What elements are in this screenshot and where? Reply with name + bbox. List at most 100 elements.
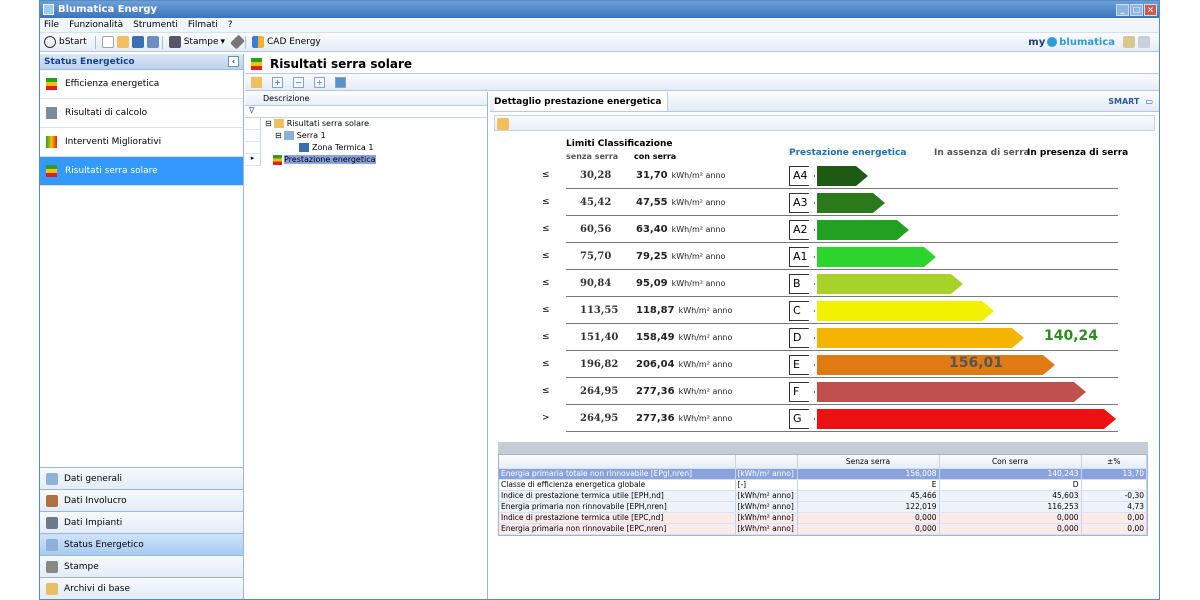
view-icon[interactable] [335,76,346,88]
cad-energy-button[interactable]: CAD Energy [252,36,321,48]
tools-icon[interactable] [230,34,245,50]
stampe-button[interactable]: Stampe ▾ [168,36,225,48]
limit-senza-serra: 151,40 [580,332,619,343]
grid-cell-pct: 0,00 [1081,523,1147,535]
split-icon[interactable]: ÷ [314,76,325,88]
grid-cell-pct: 0,00 [1081,512,1147,524]
grid-cell-con: 45,603 [939,490,1082,502]
grid-row[interactable]: Indice di prestazione termica utile [EPC… [499,512,1147,524]
energy-class-arrow [817,247,936,267]
module-label: Status Energetico [64,539,144,550]
page-title-text: Risultati serra solare [270,56,413,71]
refresh-icon[interactable] [497,118,509,130]
energy-class-arrow [817,328,1024,348]
print-icon [168,36,181,48]
module-stampe[interactable]: Stampe [40,555,243,577]
tree-node-label: Risultati serra solare [286,119,370,128]
menu-file[interactable]: File [44,20,59,30]
limit-unit: kWh/m² anno [678,333,733,342]
limit-unit: kWh/m² anno [671,198,726,207]
expand-all-icon[interactable]: + [272,76,283,88]
grid-cell-desc: Indice di prestazione termica utile [EPC… [499,512,736,524]
tree-node-label: Zona Termica 1 [312,143,374,152]
grid-row[interactable]: Energia primaria non rinnovabile [EPH,nr… [499,501,1147,513]
grid-cell-pct: 4,73 [1081,501,1147,513]
new-file-icon[interactable] [101,36,114,48]
smart-icon[interactable]: SMART [1108,97,1139,106]
energy-class-row: ≤113,55 118,87 kWh/m² anno C [494,297,1134,324]
close-button[interactable]: × [1144,3,1157,16]
absent-header: In assenza di serra [934,148,1030,158]
cad-label: CAD Energy [267,37,321,47]
tree-node-zona[interactable]: Zona Termica 1 [245,141,487,154]
sidebar-item-efficienza[interactable]: Efficienza energetica [40,70,243,99]
module-status-energetico[interactable]: Status Energetico [40,533,243,555]
menu-help[interactable]: ? [228,20,233,30]
sidebar-item-label: Risultati di calcolo [65,108,148,118]
grid-cell-desc: Energia primaria non rinnovabile [EPC,nr… [499,523,736,535]
grid-cell-senza: 156,008 [797,468,940,480]
grid-cell-unit: [kWh/m² anno] [735,512,798,524]
grid-row[interactable]: Energia primaria totale non rinnovabile … [499,468,1147,480]
module-dati-impianti[interactable]: Dati Impianti [40,511,243,533]
menu-filmati[interactable]: Filmati [188,20,218,30]
grid-row[interactable]: Classe di efficienza energetica globale[… [499,479,1147,491]
energy-class-arrow [817,193,885,213]
maximize-button[interactable]: □ [1130,3,1143,16]
module-dati-involucro[interactable]: Dati Involucro [40,489,243,511]
limit-unit: kWh/m² anno [671,252,726,261]
sidebar-item-risultati-calcolo[interactable]: Risultati di calcolo [40,99,243,128]
collapse-all-icon[interactable]: − [293,76,304,88]
grid-cell-con: 0,000 [939,523,1082,535]
sidebar-item-interventi[interactable]: Interventi Migliorativi [40,128,243,157]
energy-class-label: C [789,301,815,321]
limit-unit: kWh/m² anno [678,414,733,423]
menu-funzionalita[interactable]: Funzionalità [69,20,123,30]
limit-symbol: ≤ [542,197,550,207]
energy-class-arrow [817,274,963,294]
grid-cell-unit: [kWh/m² anno] [735,501,798,513]
limit-senza-serra: 196,82 [580,359,619,370]
energy-class-arrow [817,166,868,186]
limit-value: 158,49 [636,332,675,343]
grid-group-bar [498,442,1148,454]
tree-node-risultati[interactable]: ⊟ Risultati serra solare [245,117,487,130]
help-icon[interactable] [1123,36,1135,48]
envelope-icon [46,494,58,507]
collapse-node-icon[interactable]: ⊟ [265,119,272,128]
detail-tab[interactable]: Dettaglio prestazione energetica [494,92,669,111]
limit-value: 118,87 [636,305,675,316]
refresh-icon[interactable] [251,76,262,88]
settings-icon[interactable] [1138,36,1150,48]
energy-class-row: ≤45,42 47,55 kWh/m² anno A3 [494,189,1134,216]
grid-row[interactable]: Indice di prestazione termica utile [EPH… [499,490,1147,502]
tree-node-label: Prestazione energetica [284,155,376,164]
sidebar-item-serra-solare[interactable]: Risultati serra solare [40,157,243,186]
tree-node-serra[interactable]: ⊟ Serra 1 [245,129,487,142]
module-archivi[interactable]: Archivi di base [40,577,243,599]
energy-class-label: A4 [789,166,815,186]
bstart-button[interactable]: bStart [44,36,87,48]
save-all-icon[interactable] [146,36,159,48]
limit-con-serra: 79,25 kWh/m² anno [636,251,725,262]
limit-senza-serra: 113,55 [580,305,619,316]
save-icon[interactable] [131,36,144,48]
energy-class-label: A3 [789,193,815,213]
tree-node-prestazione[interactable]: ▸ Prestazione energetica [245,153,487,166]
module-nav: Dati generali Dati Involucro Dati Impian… [40,467,243,599]
minimize-button[interactable]: _ [1116,3,1129,16]
brand-icon [1047,37,1058,47]
energy-class-row: >264,95 277,36 kWh/m² anno G [494,405,1134,432]
collapse-icon[interactable]: ‹ [228,56,239,67]
grid-row[interactable]: Energia primaria non rinnovabile [EPC,nr… [499,523,1147,535]
limit-senza-serra: 30,28 [580,170,612,181]
col-con-serra: con serra [634,152,677,161]
open-folder-icon[interactable] [116,36,129,48]
menu-strumenti[interactable]: Strumenti [133,20,178,30]
energy-class-row: ≤264,95 277,36 kWh/m² anno F [494,378,1134,405]
module-dati-generali[interactable]: Dati generali [40,467,243,489]
window-icon[interactable]: ▭ [1145,97,1153,106]
collapse-node-icon[interactable]: ⊟ [275,131,282,140]
grid-cell-con: 116,253 [939,501,1082,513]
filter-icon[interactable]: ∇ [245,106,487,118]
